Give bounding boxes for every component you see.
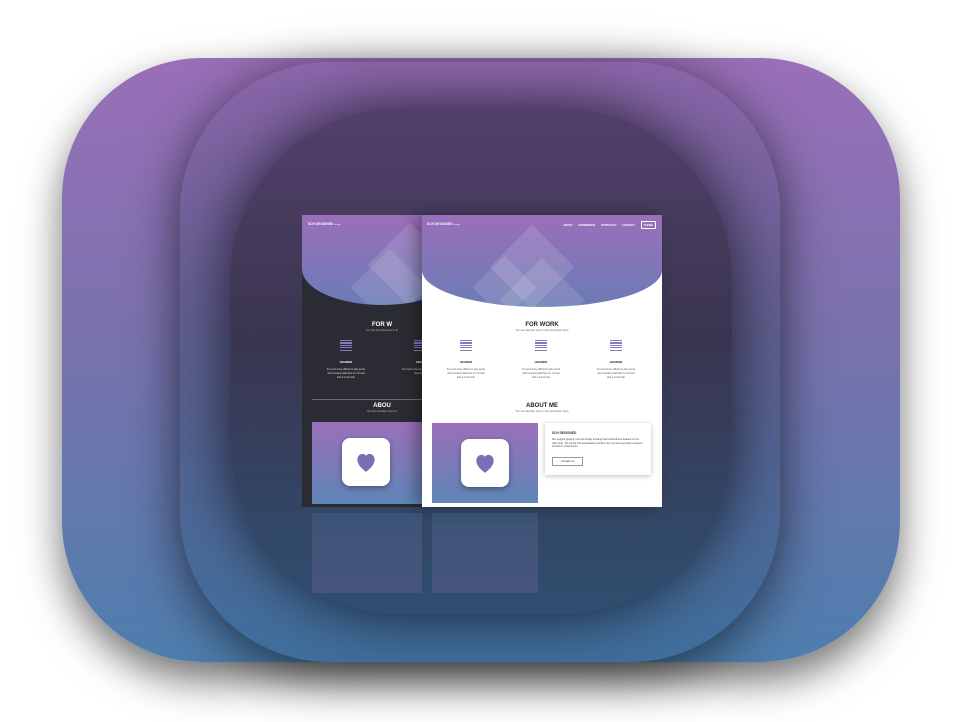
list-icon: [340, 340, 352, 354]
section-subtitle: You can describe more in th: [365, 329, 399, 332]
contact-button[interactable]: Contact me: [552, 456, 584, 466]
list-icon: [610, 340, 622, 354]
about-image: [432, 423, 538, 503]
section-subtitle: You can describe more in the description…: [515, 329, 569, 332]
app-tile: [461, 439, 509, 487]
about-subtitle: You can describe more in t: [366, 410, 398, 413]
brand-logo[interactable]: SCH DESIGNED design: [427, 222, 460, 226]
feature-card: HEADER It's much more difficult to play …: [446, 340, 486, 380]
nav-contact[interactable]: CONTACT: [622, 224, 635, 227]
brand-logo[interactable]: SCH DESIGNED design: [308, 222, 341, 226]
feature-card: HEADER It's much more difficult to play …: [596, 340, 636, 380]
about-title: ABOU: [373, 403, 391, 409]
light-theme-preview: SCH DESIGNED design ABOUT EXPERIENCE POR…: [422, 215, 662, 507]
about-image: [312, 422, 422, 504]
feature-card: HEADER It's much more difficult to play …: [326, 340, 366, 380]
list-icon: [535, 340, 547, 354]
card-title: SCH DESIGNED: [552, 431, 577, 435]
about-subtitle: You can describe more in the description…: [515, 410, 569, 413]
card-text: We stepped gingerly onto the bridge know…: [552, 438, 643, 449]
theme-button[interactable]: THEME: [640, 221, 656, 229]
list-icon: [460, 340, 472, 354]
about-title: ABOUT ME: [526, 403, 558, 409]
heart-icon: [357, 453, 375, 472]
nav-about[interactable]: ABOUT: [563, 224, 572, 227]
feature-card: HEADER It's much more difficult to play …: [521, 340, 561, 380]
heart-icon: [476, 454, 494, 473]
about-card: SCH DESIGNED We stepped gingerly onto th…: [545, 423, 651, 475]
app-tile: [342, 438, 390, 486]
section-title: FOR WORK: [525, 322, 559, 328]
nav-menu: ABOUT EXPERIENCE PORTFOLIO CONTACT THEME: [563, 221, 656, 229]
nav-experience[interactable]: EXPERIENCE: [579, 224, 596, 227]
section-title: FOR W: [372, 322, 392, 328]
page-reflection: [302, 507, 662, 597]
nav-portfolio[interactable]: PORTFOLIO: [601, 224, 616, 227]
